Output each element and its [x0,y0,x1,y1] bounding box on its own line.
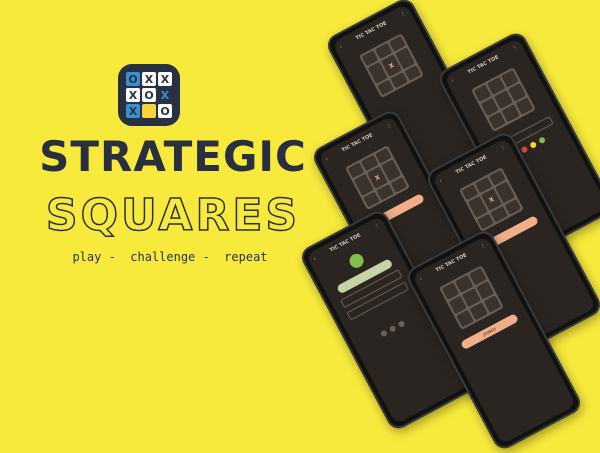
menu-icon[interactable]: ⋮ [512,44,519,52]
logo-cell-5: X [158,88,172,102]
nav-icon[interactable] [397,320,406,329]
back-arrow-icon[interactable]: ‹ [451,78,456,84]
screen-title: TIC TAC TOE [454,154,488,176]
menu-icon[interactable]: ⋮ [374,222,381,230]
app-icon[interactable] [520,145,529,154]
avatar [347,251,367,271]
game-board: X [359,33,424,99]
title-line-1: STRATEGIC [39,132,307,181]
logo-cell-0: O [126,72,140,86]
menu-icon[interactable]: ⋮ [400,10,407,18]
logo-cell-3: X [126,88,140,102]
nav-icon[interactable] [379,329,388,338]
logo-cell-1: X [142,72,156,86]
logo-cell-8: O [158,104,172,118]
logo-cell-2: X [158,72,172,86]
screen-title: TIC TAC TOE [434,252,468,274]
bottom-actions [354,306,431,351]
app-icon[interactable] [538,136,547,145]
menu-icon[interactable]: ⋮ [500,144,507,152]
screen-title: TIC TAC TOE [466,54,500,76]
game-board [471,67,536,133]
screen-title: TIC TAC TOE [340,132,374,154]
title-line-2: SQUARES [45,189,301,242]
app-logo: O X X X O X X O [118,64,180,126]
game-board: X [459,167,524,233]
back-arrow-icon[interactable]: ‹ [325,156,330,162]
tagline: play - challenge - repeat [72,250,268,264]
back-arrow-icon[interactable]: ‹ [419,276,424,282]
logo-cell-6: X [126,104,140,118]
game-board [439,265,504,331]
screen-title: TIC TAC TOE [328,232,362,254]
game-board: X [345,145,410,211]
back-arrow-icon[interactable]: ‹ [339,44,344,50]
back-arrow-icon[interactable]: ‹ [439,178,444,184]
menu-icon[interactable]: ⋮ [386,122,393,130]
menu-icon[interactable]: ⋮ [480,242,487,250]
logo-cell-4: O [142,88,156,102]
logo-cell-7 [142,104,156,118]
nav-icon[interactable] [388,324,397,333]
app-icon[interactable] [529,140,538,150]
screen-title: TIC TAC TOE [354,20,388,42]
back-arrow-icon[interactable]: ‹ [313,256,318,262]
